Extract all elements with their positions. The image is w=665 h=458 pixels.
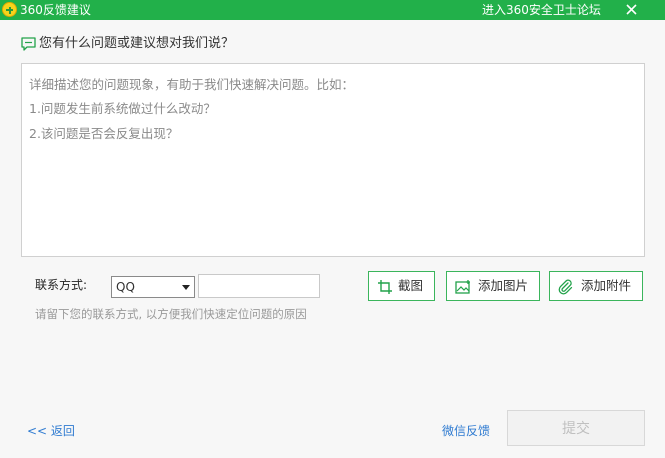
feedback-icon bbox=[21, 37, 36, 51]
screenshot-label: 截图 bbox=[398, 278, 424, 293]
add-image-button[interactable]: 添加图片 bbox=[446, 271, 540, 301]
contact-input[interactable] bbox=[198, 274, 320, 298]
screenshot-button[interactable]: 截图 bbox=[368, 271, 435, 301]
add-attachment-button[interactable]: 添加附件 bbox=[549, 271, 643, 301]
description-textarea[interactable]: 详细描述您的问题现象，有助于我们快速解决问题。比如： 1.问题发生前系统做过什么… bbox=[21, 63, 645, 257]
add-image-label: 添加图片 bbox=[478, 278, 529, 293]
chevron-down-icon bbox=[182, 285, 190, 290]
paperclip-icon bbox=[558, 279, 573, 295]
contact-type-value: QQ bbox=[116, 280, 135, 294]
back-link[interactable]: << 返回 bbox=[27, 424, 75, 438]
close-icon bbox=[626, 4, 637, 15]
window-title: 360反馈建议 bbox=[20, 3, 91, 17]
close-button[interactable] bbox=[617, 0, 647, 20]
question-title: 您有什么问题或建议想对我们说？ bbox=[39, 36, 235, 51]
submit-button[interactable]: 提交 bbox=[507, 410, 645, 446]
contact-hint: 请留下您的联系方式, 以方便我们快速定位问题的原因 bbox=[35, 307, 307, 321]
placeholder-line: 1.问题发生前系统做过什么改动？ bbox=[29, 101, 216, 116]
contact-label: 联系方式: bbox=[35, 278, 88, 292]
contact-type-select[interactable]: QQ bbox=[111, 276, 195, 298]
crop-icon bbox=[378, 280, 392, 294]
wechat-feedback-link[interactable]: 微信反馈 bbox=[442, 424, 490, 438]
image-icon bbox=[455, 280, 470, 294]
title-bar: 360反馈建议 进入360安全卫士论坛 bbox=[0, 0, 665, 20]
placeholder-line: 详细描述您的问题现象，有助于我们快速解决问题。比如： bbox=[29, 77, 355, 92]
add-attachment-label: 添加附件 bbox=[581, 278, 632, 293]
logo-icon bbox=[2, 2, 17, 17]
placeholder-line: 2.该问题是否会反复出现？ bbox=[29, 126, 179, 141]
forum-link[interactable]: 进入360安全卫士论坛 bbox=[482, 2, 601, 18]
submit-label: 提交 bbox=[562, 421, 590, 437]
